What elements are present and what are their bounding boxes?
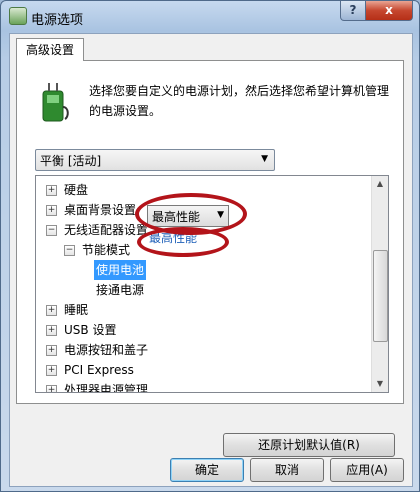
expand-icon[interactable]: +: [46, 205, 57, 216]
tab-advanced-settings[interactable]: 高级设置: [16, 38, 84, 61]
ok-button[interactable]: 确定: [170, 458, 244, 482]
expand-icon[interactable]: +: [46, 305, 57, 316]
expand-icon[interactable]: +: [46, 385, 57, 392]
advanced-settings-panel: 选择您要自定义的电源计划，然后选择您希望计算机管理的电源设置。 平衡 [活动] …: [16, 60, 404, 457]
tree-item-plugged-in[interactable]: 接通电源: [36, 280, 372, 300]
dialog-client-area: 高级设置 选择您要自定义的电源计划，然后选择您希望计算机管理的电源设置。 平衡 …: [9, 33, 413, 487]
tree-item-pci-express[interactable]: + PCI Express: [36, 360, 372, 380]
collapse-icon[interactable]: −: [46, 225, 57, 236]
collapse-icon[interactable]: −: [64, 245, 75, 256]
power-options-window: 电源选项 ? x 高级设置 选择您要自定义的电源计划，然后选择您希望计算机管理的…: [0, 0, 420, 492]
battery-plug-icon: [42, 83, 69, 122]
power-plan-value: 平衡 [活动]: [40, 154, 102, 168]
tree-item-usb-settings[interactable]: + USB 设置: [36, 320, 372, 340]
restore-defaults-button[interactable]: 还原计划默认值(R): [223, 433, 395, 457]
intro-text: 选择您要自定义的电源计划，然后选择您希望计算机管理的电源设置。: [89, 84, 390, 118]
window-title: 电源选项: [31, 13, 84, 28]
scroll-up-arrow-icon[interactable]: ▲: [372, 176, 388, 192]
tree-item-power-buttons-lid[interactable]: + 电源按钮和盖子: [36, 340, 372, 360]
power-plan-select[interactable]: 平衡 [活动] ▼: [35, 149, 275, 171]
help-button[interactable]: ?: [340, 1, 366, 21]
close-button[interactable]: x: [365, 1, 413, 21]
scroll-thumb[interactable]: [373, 250, 388, 342]
cancel-button[interactable]: 取消: [250, 458, 324, 482]
tree-item-sleep[interactable]: + 睡眠: [36, 300, 372, 320]
chevron-down-icon: ▼: [261, 154, 268, 164]
expand-icon[interactable]: +: [46, 325, 57, 336]
tree-item-processor-power[interactable]: + 处理器电源管理: [36, 380, 372, 392]
tree-item-on-battery[interactable]: 使用电池: [36, 260, 372, 280]
expand-icon[interactable]: +: [46, 345, 57, 356]
expand-icon[interactable]: +: [46, 185, 57, 196]
highlight-circle: [137, 227, 229, 257]
scroll-down-arrow-icon[interactable]: ▼: [372, 376, 388, 392]
expand-icon[interactable]: +: [46, 365, 57, 376]
power-options-icon: [9, 7, 27, 25]
tree-scrollbar[interactable]: ▲ ▼: [371, 176, 388, 392]
apply-button[interactable]: 应用(A): [330, 458, 404, 482]
